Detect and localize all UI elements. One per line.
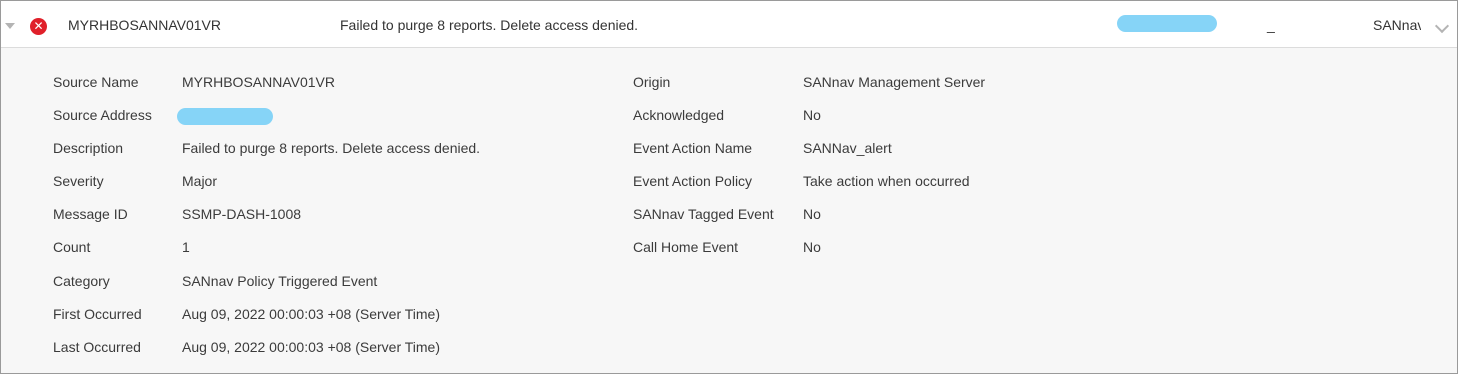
error-x-icon: ✕ — [30, 18, 47, 35]
event-empty-cell: _ — [1267, 17, 1275, 33]
detail-value: SANnav Policy Triggered Event — [182, 272, 378, 289]
redacted-source-address — [1117, 15, 1217, 32]
detail-label: SANnav Tagged Event — [633, 206, 774, 223]
event-source-name: MYRHBOSANNAV01VR — [68, 17, 222, 33]
redacted-address-value — [177, 108, 273, 126]
detail-label: Event Action Name — [633, 140, 753, 157]
chevron-down-icon[interactable] — [1434, 18, 1450, 34]
detail-value: Failed to purge 8 reports. Delete access… — [182, 140, 481, 157]
detail-value: 1 — [182, 239, 190, 256]
detail-value: No — [803, 239, 821, 256]
event-description: Failed to purge 8 reports. Delete access… — [340, 17, 639, 33]
detail-value: No — [803, 206, 821, 223]
detail-label: Event Action Policy — [633, 173, 753, 190]
detail-value: Aug 09, 2022 00:00:03 +08 (Server Time) — [182, 305, 440, 322]
detail-value: Major — [182, 173, 218, 190]
detail-label: Count — [53, 239, 91, 256]
detail-label: Message ID — [53, 206, 128, 223]
event-panel: ✕ MYRHBOSANNAV01VR Failed to purge 8 rep… — [0, 0, 1458, 374]
detail-value: MYRHBOSANNAV01VR — [182, 74, 336, 90]
detail-label: Severity — [53, 173, 104, 190]
detail-value: SANnav Management Server — [803, 74, 986, 90]
detail-label: Category — [53, 272, 110, 289]
event-details: Source Name MYRHBOSANNAV01VR Source Addr… — [1, 48, 1457, 373]
detail-value: Take action when occurred — [803, 173, 970, 190]
detail-label: Source Address — [53, 107, 152, 124]
detail-value: Aug 09, 2022 00:00:03 +08 (Server Time) — [182, 338, 440, 355]
detail-value: SANNav_alert — [803, 140, 892, 157]
event-row[interactable]: ✕ MYRHBOSANNAV01VR Failed to purge 8 rep… — [1, 1, 1457, 48]
detail-value: No — [803, 107, 821, 124]
event-origin: SANnav — [1373, 17, 1421, 33]
collapse-caret-icon[interactable] — [5, 23, 15, 29]
detail-label: Acknowledged — [633, 107, 725, 124]
detail-label: Call Home Event — [633, 239, 739, 256]
detail-label: Description — [53, 140, 124, 157]
detail-value: SSMP-DASH-1008 — [182, 206, 302, 223]
detail-label: Origin — [633, 74, 671, 90]
detail-label: Last Occurred — [53, 338, 141, 355]
detail-label: Source Name — [53, 74, 139, 90]
detail-label: First Occurred — [53, 305, 142, 322]
